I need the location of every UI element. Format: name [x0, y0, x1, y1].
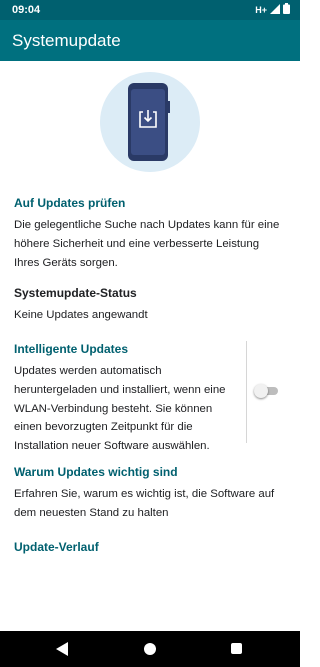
app-bar: Systemupdate — [0, 20, 300, 61]
check-updates-item[interactable]: Auf Updates prüfen Die gelegentliche Suc… — [14, 194, 280, 272]
signal-icon — [270, 3, 280, 17]
download-to-phone-icon — [138, 109, 158, 134]
smart-updates-title: Intelligente Updates — [14, 342, 129, 356]
page-title: Systemupdate — [12, 31, 121, 50]
battery-icon — [283, 3, 290, 17]
smart-updates-item[interactable]: Intelligente Updates Updates werden auto… — [14, 340, 280, 456]
why-updates-title: Warum Updates wichtig sind — [14, 465, 178, 479]
update-status-item: Systemupdate-Status Keine Updates angewa… — [14, 284, 280, 325]
smart-updates-toggle[interactable] — [254, 384, 278, 398]
smart-updates-description: Updates werden automatisch heruntergelad… — [14, 365, 226, 453]
navigation-bar — [0, 631, 300, 667]
update-history-item[interactable]: Update-Verlauf — [14, 538, 280, 556]
back-icon[interactable] — [56, 642, 68, 661]
why-updates-item[interactable]: Warum Updates wichtig sind Erfahren Sie,… — [14, 463, 280, 523]
update-status-title: Systemupdate-Status — [14, 286, 137, 300]
network-type-label: H+ — [255, 5, 267, 15]
status-icons: H+ — [255, 3, 290, 17]
why-updates-description: Erfahren Sie, warum es wichtig ist, die … — [14, 488, 275, 519]
update-illustration — [100, 72, 200, 172]
check-updates-description: Die gelegentliche Suche nach Updates kan… — [14, 219, 280, 269]
recents-icon[interactable] — [231, 643, 242, 654]
status-bar: 09:04 H+ — [0, 0, 300, 20]
check-updates-title: Auf Updates prüfen — [14, 196, 126, 210]
phone-illustration — [128, 83, 170, 161]
home-icon[interactable] — [144, 643, 156, 655]
status-time: 09:04 — [12, 4, 41, 16]
update-status-value: Keine Updates angewandt — [14, 309, 148, 321]
toggle-divider — [246, 341, 247, 443]
update-history-title: Update-Verlauf — [14, 540, 99, 554]
